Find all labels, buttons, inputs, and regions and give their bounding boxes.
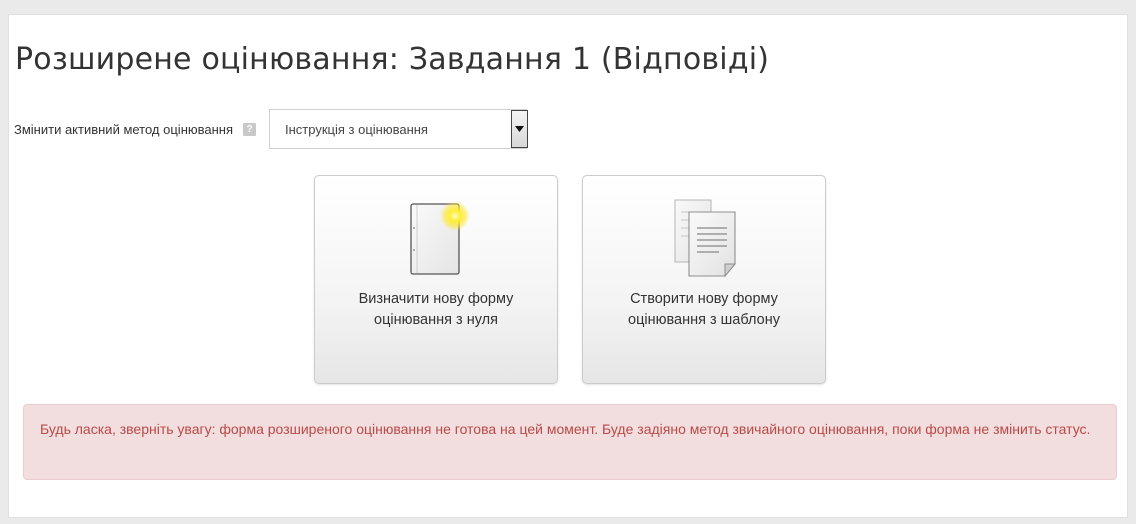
grading-method-label: Змінити активний метод оцінювання bbox=[14, 121, 234, 137]
help-icon[interactable]: ? bbox=[243, 122, 257, 136]
create-from-template-label: Створити нову форму оцінювання з шаблону bbox=[628, 291, 780, 328]
warning-alert: Будь ласка, зверніть увагу: форма розшир… bbox=[23, 404, 1117, 480]
document-copy-icon bbox=[659, 198, 749, 287]
grading-method-selected-value: Інструкція з оцінювання bbox=[285, 121, 428, 137]
page-title: Розширене оцінювання: Завдання 1 (Відпов… bbox=[15, 42, 770, 77]
grading-method-row: Змінити активний метод оцінювання ? Інст… bbox=[14, 106, 529, 152]
blank-notebook-icon bbox=[401, 198, 471, 283]
grading-method-select[interactable]: Інструкція з оцінювання bbox=[269, 109, 529, 149]
dropdown-arrow-icon[interactable] bbox=[511, 110, 529, 148]
define-from-scratch-button[interactable]: Визначити нову форму оцінювання з нуля bbox=[314, 175, 558, 384]
create-from-template-button[interactable]: Створити нову форму оцінювання з шаблону bbox=[582, 175, 826, 384]
define-from-scratch-label: Визначити нову форму оцінювання з нуля bbox=[358, 291, 514, 328]
